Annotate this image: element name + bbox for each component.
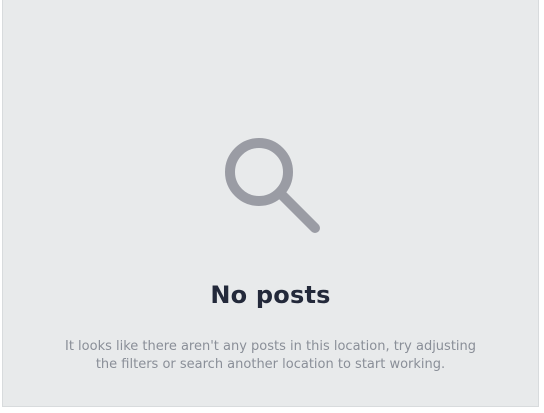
empty-state-title: No posts [210, 281, 331, 309]
search-icon [221, 136, 325, 236]
empty-state-message: It looks like there aren't any posts in … [64, 339, 477, 372]
divider [3, 406, 538, 407]
empty-state-panel: No posts It looks like there aren't any … [2, 0, 539, 407]
